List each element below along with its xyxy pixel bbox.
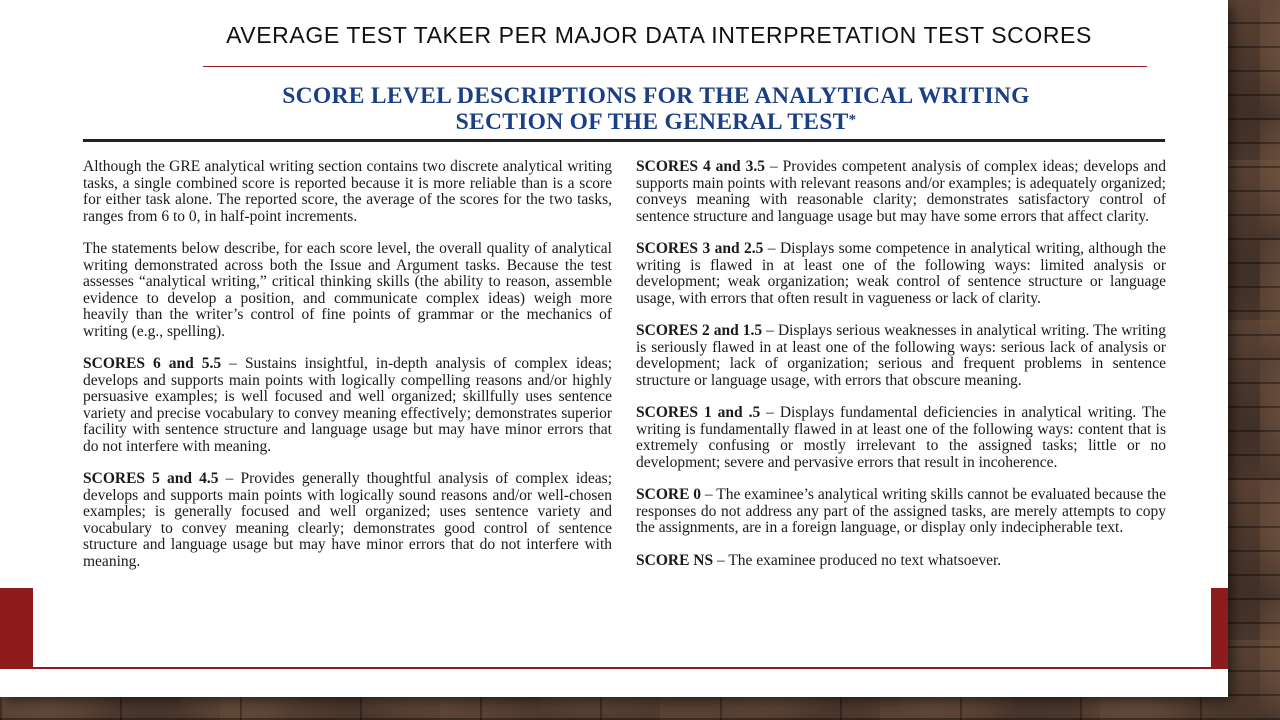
score-level-label: SCORE NS [636, 551, 714, 569]
score-level-4-paragraph: SCORES 4 and 3.5 – Provides competent an… [636, 158, 1166, 225]
score-level-label: SCORE 0 [636, 486, 702, 503]
heading-line-2-text: SECTION OF THE GENERAL TEST [455, 109, 849, 135]
score-level-label: SCORES 4 and 3.5 [636, 158, 765, 175]
heading-line-1: SCORE LEVEL DESCRIPTIONS FOR THE ANALYTI… [282, 83, 1030, 109]
intro-paragraph: Although the GRE analytical writing sect… [83, 158, 612, 225]
slide-title: AVERAGE TEST TAKER PER MAJOR DATA INTERP… [226, 22, 1092, 48]
score-level-6-paragraph: SCORES 6 and 5.5 – Sustains insightful, … [83, 355, 612, 455]
score-level-2-paragraph: SCORES 2 and 1.5 – Displays serious weak… [636, 322, 1166, 389]
score-level-3-paragraph: SCORES 3 and 2.5 – Displays some compete… [636, 240, 1166, 307]
score-level-label: SCORES 5 and 4.5 [83, 470, 219, 487]
heading-line-2: SECTION OF THE GENERAL TEST* [33, 109, 1211, 135]
statements-paragraph: The statements below describe, for each … [83, 240, 612, 340]
score-level-5-paragraph: SCORES 5 and 4.5 – Provides generally th… [83, 470, 612, 570]
score-level-1-paragraph: SCORES 1 and .5 – Displays fundamental d… [636, 404, 1166, 471]
left-column: Although the GRE analytical writing sect… [83, 158, 612, 586]
score-level-ns-paragraph: SCORE NS – The examinee produced no text… [636, 551, 1166, 570]
paragraph-text: Although the GRE analytical writing sect… [83, 158, 612, 225]
score-level-label: SCORES 2 and 1.5 [636, 322, 763, 339]
slide: AVERAGE TEST TAKER PER MAJOR DATA INTERP… [0, 0, 1228, 697]
footnote-mark: * [848, 112, 857, 128]
document-heading: SCORE LEVEL DESCRIPTIONS FOR THE ANALYTI… [33, 83, 1211, 135]
paragraph-text: The statements below describe, for each … [83, 240, 612, 340]
score-level-description: – The examinee produced no text whatsoev… [713, 551, 1002, 569]
score-level-description: – The examinee’s analytical writing skil… [636, 486, 1167, 536]
right-column: SCORES 4 and 3.5 – Provides competent an… [636, 158, 1167, 585]
score-level-0-paragraph: SCORE 0 – The examinee’s analytical writ… [636, 486, 1167, 537]
score-level-label: SCORES 1 and .5 [636, 404, 761, 421]
score-descriptions-document: SCORE LEVEL DESCRIPTIONS FOR THE ANALYTI… [33, 71, 1211, 667]
score-level-label: SCORES 3 and 2.5 [636, 240, 764, 257]
heading-rule [83, 139, 1165, 142]
title-underline [203, 66, 1147, 67]
score-level-label: SCORES 6 and 5.5 [83, 355, 222, 372]
